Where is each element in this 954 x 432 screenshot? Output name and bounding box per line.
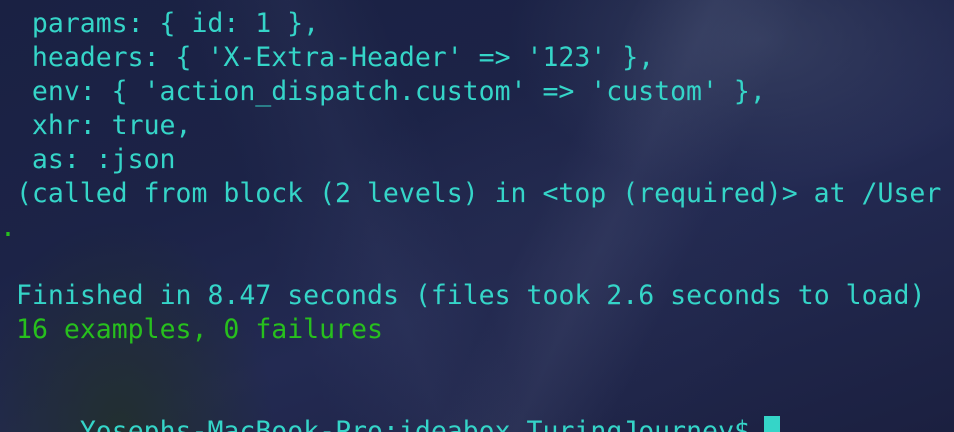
finished-line: Finished in 8.47 seconds (files took 2.6…: [16, 280, 926, 311]
progress-dot: .: [0, 212, 16, 243]
terminal-window[interactable]: params: { id: 1 }, headers: { 'X-Extra-H…: [0, 0, 954, 432]
output-line: env: { 'action_dispatch.custom' => 'cust…: [0, 76, 766, 107]
shell-prompt: Yosephs-MacBook-Pro:ideabox TuringJourne…: [79, 416, 750, 432]
text-cursor: [763, 416, 780, 432]
output-line: as: :json: [0, 144, 176, 175]
summary-line: 16 examples, 0 failures: [16, 314, 383, 345]
output-line: xhr: true,: [0, 110, 192, 141]
output-line: (called from block (2 levels) in <top (r…: [0, 178, 942, 209]
output-line: headers: { 'X-Extra-Header' => '123' },: [0, 42, 655, 73]
output-line: params: { id: 1 },: [0, 8, 320, 39]
prompt-line[interactable]: Yosephs-MacBook-Pro:ideabox TuringJourne…: [16, 381, 780, 432]
